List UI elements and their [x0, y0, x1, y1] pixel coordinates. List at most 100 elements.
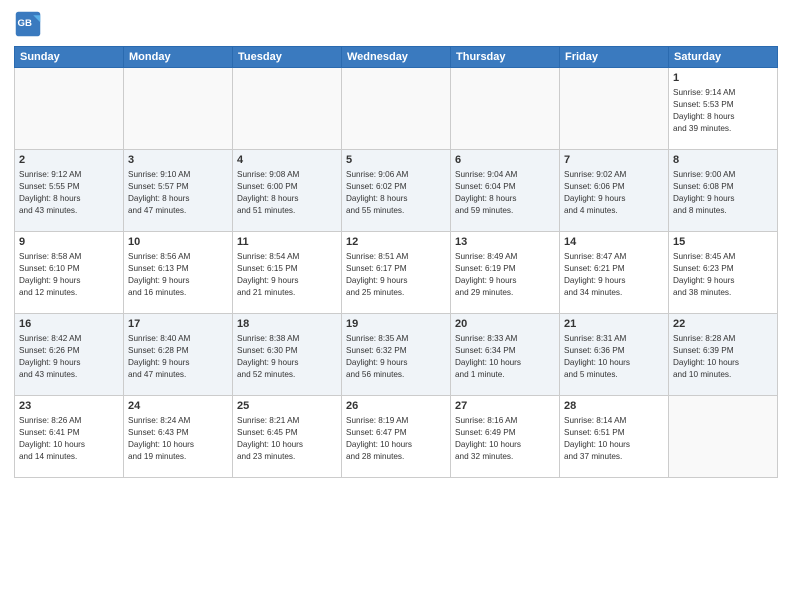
- day-number: 28: [564, 399, 664, 414]
- day-info: Sunrise: 9:14 AM Sunset: 5:53 PM Dayligh…: [673, 87, 773, 135]
- day-info: Sunrise: 8:33 AM Sunset: 6:34 PM Dayligh…: [455, 333, 555, 381]
- day-number: 8: [673, 153, 773, 168]
- day-number: 24: [128, 399, 228, 414]
- weekday-wednesday: Wednesday: [342, 47, 451, 68]
- day-number: 20: [455, 317, 555, 332]
- day-info: Sunrise: 9:12 AM Sunset: 5:55 PM Dayligh…: [19, 169, 119, 217]
- day-number: 18: [237, 317, 337, 332]
- day-info: Sunrise: 8:49 AM Sunset: 6:19 PM Dayligh…: [455, 251, 555, 299]
- calendar-week-2: 2Sunrise: 9:12 AM Sunset: 5:55 PM Daylig…: [15, 150, 778, 232]
- calendar-week-1: 1Sunrise: 9:14 AM Sunset: 5:53 PM Daylig…: [15, 68, 778, 150]
- day-number: 3: [128, 153, 228, 168]
- calendar-cell: 9Sunrise: 8:58 AM Sunset: 6:10 PM Daylig…: [15, 232, 124, 314]
- svg-text:GB: GB: [18, 18, 32, 29]
- calendar-cell: 14Sunrise: 8:47 AM Sunset: 6:21 PM Dayli…: [560, 232, 669, 314]
- calendar-cell: [669, 396, 778, 478]
- day-info: Sunrise: 9:04 AM Sunset: 6:04 PM Dayligh…: [455, 169, 555, 217]
- calendar-cell: 8Sunrise: 9:00 AM Sunset: 6:08 PM Daylig…: [669, 150, 778, 232]
- calendar-cell: [233, 68, 342, 150]
- day-info: Sunrise: 8:45 AM Sunset: 6:23 PM Dayligh…: [673, 251, 773, 299]
- calendar-cell: 24Sunrise: 8:24 AM Sunset: 6:43 PM Dayli…: [124, 396, 233, 478]
- calendar-cell: [124, 68, 233, 150]
- day-number: 2: [19, 153, 119, 168]
- weekday-saturday: Saturday: [669, 47, 778, 68]
- day-info: Sunrise: 9:08 AM Sunset: 6:00 PM Dayligh…: [237, 169, 337, 217]
- day-number: 19: [346, 317, 446, 332]
- calendar-cell: 1Sunrise: 9:14 AM Sunset: 5:53 PM Daylig…: [669, 68, 778, 150]
- day-info: Sunrise: 9:02 AM Sunset: 6:06 PM Dayligh…: [564, 169, 664, 217]
- day-info: Sunrise: 8:40 AM Sunset: 6:28 PM Dayligh…: [128, 333, 228, 381]
- day-info: Sunrise: 8:24 AM Sunset: 6:43 PM Dayligh…: [128, 415, 228, 463]
- day-number: 9: [19, 235, 119, 250]
- day-info: Sunrise: 8:26 AM Sunset: 6:41 PM Dayligh…: [19, 415, 119, 463]
- calendar-week-5: 23Sunrise: 8:26 AM Sunset: 6:41 PM Dayli…: [15, 396, 778, 478]
- day-info: Sunrise: 8:14 AM Sunset: 6:51 PM Dayligh…: [564, 415, 664, 463]
- day-info: Sunrise: 8:38 AM Sunset: 6:30 PM Dayligh…: [237, 333, 337, 381]
- calendar-cell: 11Sunrise: 8:54 AM Sunset: 6:15 PM Dayli…: [233, 232, 342, 314]
- day-number: 17: [128, 317, 228, 332]
- day-number: 5: [346, 153, 446, 168]
- calendar-cell: [342, 68, 451, 150]
- calendar-cell: 26Sunrise: 8:19 AM Sunset: 6:47 PM Dayli…: [342, 396, 451, 478]
- calendar-cell: 6Sunrise: 9:04 AM Sunset: 6:04 PM Daylig…: [451, 150, 560, 232]
- calendar-cell: 18Sunrise: 8:38 AM Sunset: 6:30 PM Dayli…: [233, 314, 342, 396]
- day-number: 7: [564, 153, 664, 168]
- day-info: Sunrise: 8:19 AM Sunset: 6:47 PM Dayligh…: [346, 415, 446, 463]
- calendar-cell: 28Sunrise: 8:14 AM Sunset: 6:51 PM Dayli…: [560, 396, 669, 478]
- calendar-cell: [15, 68, 124, 150]
- calendar-cell: 23Sunrise: 8:26 AM Sunset: 6:41 PM Dayli…: [15, 396, 124, 478]
- day-number: 27: [455, 399, 555, 414]
- logo-icon: GB: [14, 10, 42, 38]
- day-info: Sunrise: 8:35 AM Sunset: 6:32 PM Dayligh…: [346, 333, 446, 381]
- day-number: 11: [237, 235, 337, 250]
- calendar: SundayMondayTuesdayWednesdayThursdayFrid…: [14, 46, 778, 478]
- day-info: Sunrise: 8:51 AM Sunset: 6:17 PM Dayligh…: [346, 251, 446, 299]
- day-number: 6: [455, 153, 555, 168]
- day-info: Sunrise: 8:54 AM Sunset: 6:15 PM Dayligh…: [237, 251, 337, 299]
- day-info: Sunrise: 8:56 AM Sunset: 6:13 PM Dayligh…: [128, 251, 228, 299]
- day-number: 10: [128, 235, 228, 250]
- calendar-cell: 25Sunrise: 8:21 AM Sunset: 6:45 PM Dayli…: [233, 396, 342, 478]
- day-number: 1: [673, 71, 773, 86]
- day-info: Sunrise: 8:58 AM Sunset: 6:10 PM Dayligh…: [19, 251, 119, 299]
- weekday-thursday: Thursday: [451, 47, 560, 68]
- calendar-cell: 15Sunrise: 8:45 AM Sunset: 6:23 PM Dayli…: [669, 232, 778, 314]
- day-info: Sunrise: 8:31 AM Sunset: 6:36 PM Dayligh…: [564, 333, 664, 381]
- calendar-body: 1Sunrise: 9:14 AM Sunset: 5:53 PM Daylig…: [15, 68, 778, 478]
- day-info: Sunrise: 8:47 AM Sunset: 6:21 PM Dayligh…: [564, 251, 664, 299]
- calendar-cell: 22Sunrise: 8:28 AM Sunset: 6:39 PM Dayli…: [669, 314, 778, 396]
- day-number: 22: [673, 317, 773, 332]
- calendar-cell: [560, 68, 669, 150]
- calendar-cell: 2Sunrise: 9:12 AM Sunset: 5:55 PM Daylig…: [15, 150, 124, 232]
- calendar-cell: 7Sunrise: 9:02 AM Sunset: 6:06 PM Daylig…: [560, 150, 669, 232]
- calendar-cell: 5Sunrise: 9:06 AM Sunset: 6:02 PM Daylig…: [342, 150, 451, 232]
- day-number: 16: [19, 317, 119, 332]
- day-number: 4: [237, 153, 337, 168]
- day-number: 21: [564, 317, 664, 332]
- day-number: 26: [346, 399, 446, 414]
- calendar-week-4: 16Sunrise: 8:42 AM Sunset: 6:26 PM Dayli…: [15, 314, 778, 396]
- calendar-cell: 17Sunrise: 8:40 AM Sunset: 6:28 PM Dayli…: [124, 314, 233, 396]
- calendar-cell: 19Sunrise: 8:35 AM Sunset: 6:32 PM Dayli…: [342, 314, 451, 396]
- calendar-cell: 27Sunrise: 8:16 AM Sunset: 6:49 PM Dayli…: [451, 396, 560, 478]
- calendar-cell: 13Sunrise: 8:49 AM Sunset: 6:19 PM Dayli…: [451, 232, 560, 314]
- day-number: 15: [673, 235, 773, 250]
- weekday-monday: Monday: [124, 47, 233, 68]
- weekday-sunday: Sunday: [15, 47, 124, 68]
- day-info: Sunrise: 9:00 AM Sunset: 6:08 PM Dayligh…: [673, 169, 773, 217]
- calendar-cell: 4Sunrise: 9:08 AM Sunset: 6:00 PM Daylig…: [233, 150, 342, 232]
- calendar-cell: 3Sunrise: 9:10 AM Sunset: 5:57 PM Daylig…: [124, 150, 233, 232]
- header: GB: [14, 10, 778, 38]
- day-info: Sunrise: 8:42 AM Sunset: 6:26 PM Dayligh…: [19, 333, 119, 381]
- page: GB SundayMondayTuesdayWednesdayThursdayF…: [0, 0, 792, 612]
- calendar-cell: 10Sunrise: 8:56 AM Sunset: 6:13 PM Dayli…: [124, 232, 233, 314]
- calendar-cell: 20Sunrise: 8:33 AM Sunset: 6:34 PM Dayli…: [451, 314, 560, 396]
- calendar-cell: [451, 68, 560, 150]
- calendar-cell: 21Sunrise: 8:31 AM Sunset: 6:36 PM Dayli…: [560, 314, 669, 396]
- day-info: Sunrise: 9:06 AM Sunset: 6:02 PM Dayligh…: [346, 169, 446, 217]
- weekday-tuesday: Tuesday: [233, 47, 342, 68]
- day-info: Sunrise: 8:16 AM Sunset: 6:49 PM Dayligh…: [455, 415, 555, 463]
- day-number: 23: [19, 399, 119, 414]
- day-info: Sunrise: 8:28 AM Sunset: 6:39 PM Dayligh…: [673, 333, 773, 381]
- calendar-header: SundayMondayTuesdayWednesdayThursdayFrid…: [15, 47, 778, 68]
